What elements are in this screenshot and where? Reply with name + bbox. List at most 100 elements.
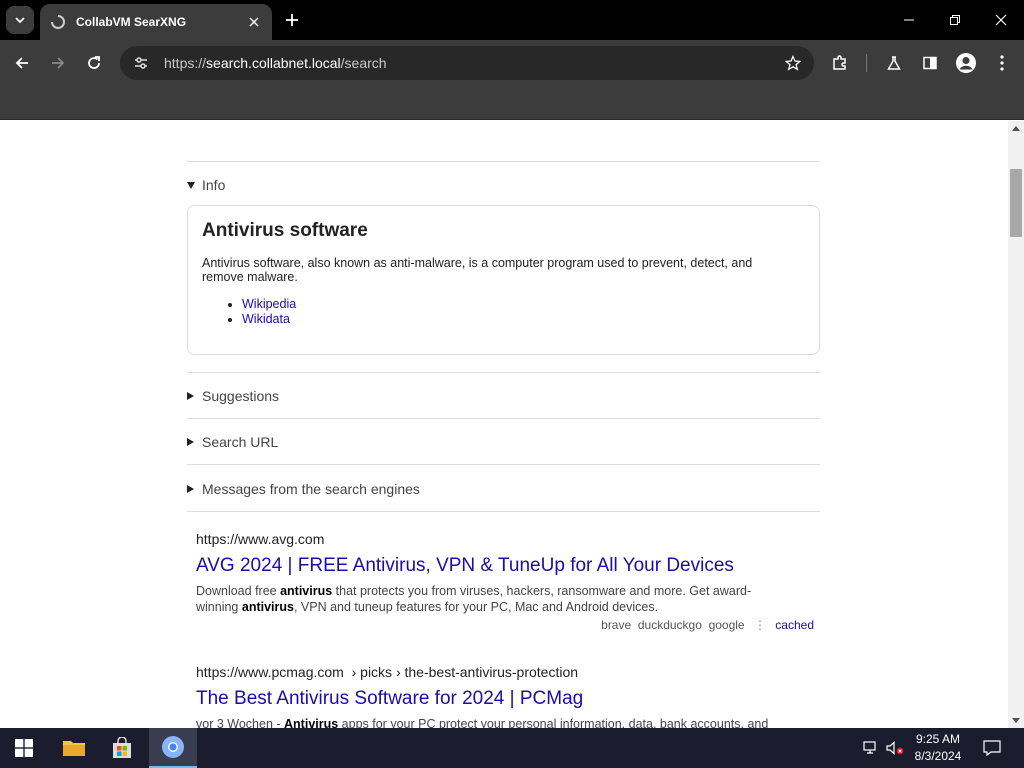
clock-date: 8/3/2024 [914, 749, 962, 763]
back-arrow-icon [15, 57, 28, 69]
result-url[interactable]: https://www.avg.com [196, 531, 816, 549]
reload-button[interactable] [79, 48, 109, 78]
extensions-icon[interactable] [825, 48, 855, 78]
desc-text: Download free [196, 584, 281, 598]
file-explorer-button[interactable] [50, 728, 98, 768]
infobox-description: Antivirus software, also known as anti-m… [202, 256, 753, 284]
engine-google: google [708, 618, 745, 632]
forward-arrow-icon [52, 57, 65, 69]
vertical-ellipsis-icon: ⋮ [753, 618, 766, 632]
url-text: https://search.collabnet.local/search [164, 55, 782, 71]
forward-button[interactable] [43, 48, 73, 78]
divider [187, 161, 820, 162]
minimize-icon [904, 19, 914, 21]
suggestions-label: Suggestions [202, 388, 280, 404]
result-breadcrumb: › picks › the-best-antivirus-protection [351, 664, 579, 680]
search-url-toggle[interactable]: Search URL [187, 434, 820, 450]
collapsed-triangle-icon [187, 438, 194, 446]
start-button[interactable] [0, 728, 48, 768]
scroll-down-arrow-icon[interactable] [1012, 718, 1020, 723]
close-window-button[interactable] [978, 0, 1024, 40]
engine-messages-toggle[interactable]: Messages from the search engines [187, 481, 820, 497]
result-url-host: https://www.avg.com [196, 531, 325, 547]
result-description: Download free antivirus that protects yo… [196, 583, 786, 615]
url-scheme: https:// [164, 55, 207, 71]
store-bag-icon [113, 737, 131, 758]
tab-strip: CollabVM SearXNG [0, 0, 1024, 40]
wikidata-link[interactable]: Wikidata [242, 312, 290, 326]
labs-flask-icon[interactable] [879, 48, 909, 78]
network-icon[interactable] [860, 728, 882, 768]
minimize-button[interactable] [886, 0, 932, 40]
collapsed-triangle-icon [187, 485, 194, 493]
chrome-taskbar-button[interactable] [149, 728, 197, 768]
suggestions-toggle[interactable]: Suggestions [187, 388, 820, 404]
loading-favicon-icon [50, 14, 66, 30]
taskbar-clock[interactable]: 9:25 AM 8/3/2024 [906, 731, 970, 765]
chevron-down-icon [15, 17, 25, 24]
cached-link[interactable]: cached [775, 618, 814, 632]
scrollbar-thumb[interactable] [1010, 169, 1022, 237]
windows-taskbar: 9:25 AM 8/3/2024 [0, 728, 1024, 768]
tab-title: CollabVM SearXNG [76, 15, 187, 29]
site-info-icon[interactable] [130, 52, 152, 74]
list-item: Wikipedia [242, 297, 805, 312]
notifications-icon[interactable] [978, 728, 1006, 768]
chrome-icon [162, 736, 184, 758]
result-title-link[interactable]: The Best Antivirus Software for 2024 | P… [196, 688, 816, 710]
result-engines: brave duckduckgo google ⋮ cached [196, 618, 816, 632]
scroll-up-arrow-icon[interactable] [1012, 126, 1020, 131]
desc-highlight: Antivirus [284, 717, 339, 728]
search-url-label: Search URL [202, 434, 279, 450]
result-url-host: https://www.pcmag.com [196, 664, 344, 680]
page-viewport: Info Antivirus software Antivirus softwa… [0, 121, 1008, 728]
desc-highlight: antivirus [241, 600, 294, 614]
restore-button[interactable] [932, 0, 978, 40]
infobox-links: Wikipedia Wikidata [242, 297, 805, 327]
search-result: https://www.pcmag.com › picks › the-best… [196, 664, 816, 728]
menu-kebab-icon[interactable] [987, 48, 1017, 78]
divider [187, 372, 820, 373]
browser-tab[interactable]: CollabVM SearXNG [40, 4, 272, 40]
windows-logo-icon [15, 739, 33, 757]
desc-text: apps for your PC protect your personal i… [338, 717, 769, 728]
result-title-link[interactable]: AVG 2024 | FREE Antivirus, VPN & TuneUp … [196, 555, 816, 577]
vertical-scrollbar[interactable] [1008, 121, 1024, 728]
close-icon [995, 14, 1007, 26]
back-button[interactable] [7, 48, 37, 78]
desc-text: vor 3 Wochen - [196, 717, 285, 728]
close-tab-icon[interactable] [246, 14, 262, 30]
divider [187, 511, 820, 512]
volume-muted-icon[interactable] [884, 728, 906, 768]
engine-duckduckgo: duckduckgo [637, 618, 702, 632]
info-label: Info [202, 177, 226, 193]
browser-toolbar: https://search.collabnet.local/search [0, 40, 1024, 86]
expanded-triangle-icon [187, 181, 195, 189]
collapsed-triangle-icon [187, 392, 194, 400]
bookmark-star-icon[interactable] [782, 52, 804, 74]
divider [187, 464, 820, 465]
url-path: /search [340, 55, 387, 71]
result-url[interactable]: https://www.pcmag.com › picks › the-best… [196, 664, 816, 682]
list-item: Wikidata [242, 312, 805, 327]
side-panel-icon[interactable] [915, 48, 945, 78]
result-description: vor 3 Wochen - Antivirus apps for your P… [196, 716, 786, 728]
desc-highlight: antivirus [280, 584, 333, 598]
new-tab-button[interactable] [280, 8, 304, 32]
address-bar[interactable]: https://search.collabnet.local/search [120, 46, 814, 80]
clock-time: 9:25 AM [915, 732, 961, 746]
microsoft-store-button[interactable] [98, 728, 146, 768]
wikipedia-link[interactable]: Wikipedia [242, 297, 296, 311]
infobox-title: Antivirus software [202, 220, 368, 241]
toolbar-divider [866, 54, 867, 72]
profile-avatar-icon[interactable] [951, 48, 981, 78]
plus-icon [286, 14, 298, 26]
folder-icon [63, 741, 85, 756]
info-toggle[interactable]: Info [187, 177, 820, 193]
restore-icon [950, 15, 960, 25]
tab-search-button[interactable] [6, 6, 34, 34]
engine-messages-label: Messages from the search engines [202, 481, 420, 497]
search-result: https://www.avg.com AVG 2024 | FREE Anti… [196, 531, 816, 632]
reload-icon [88, 56, 100, 69]
divider [187, 418, 820, 419]
